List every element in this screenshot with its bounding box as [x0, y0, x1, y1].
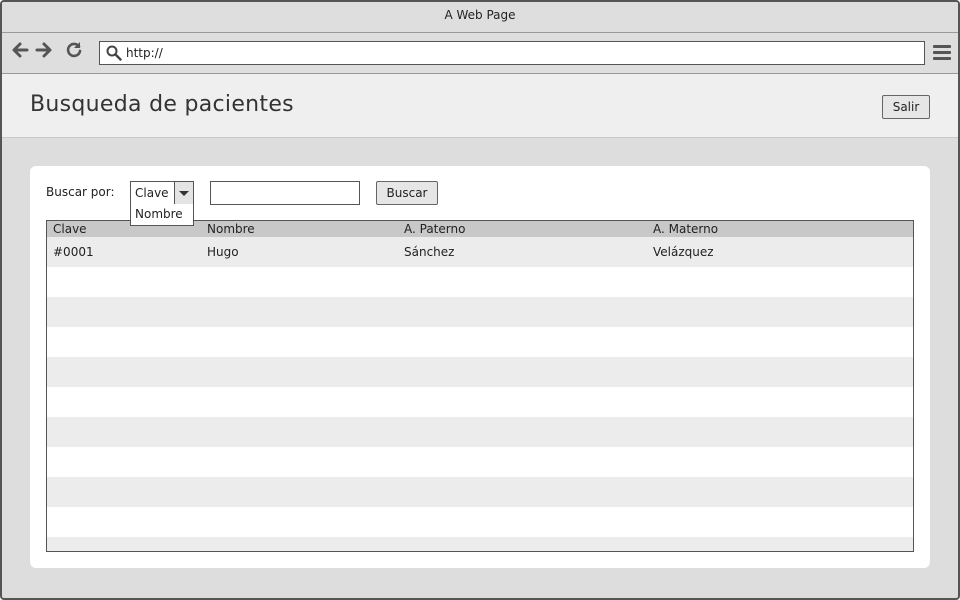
- table-body: #0001 Hugo Sánchez Velázquez: [47, 237, 913, 551]
- hamburger-menu-icon[interactable]: [933, 45, 951, 61]
- forward-button[interactable]: [34, 41, 54, 61]
- url-input[interactable]: [126, 42, 906, 64]
- select-value: Clave: [135, 186, 169, 200]
- cell-nombre: Hugo: [207, 245, 239, 259]
- table-row-empty: [47, 507, 913, 537]
- column-header-clave[interactable]: Clave: [53, 221, 87, 237]
- column-header-materno[interactable]: A. Materno: [653, 221, 718, 237]
- table-row-empty: [47, 447, 913, 477]
- table-row-empty: [47, 267, 913, 297]
- table-row-empty: [47, 327, 913, 357]
- search-button[interactable]: Buscar: [376, 181, 438, 205]
- arrow-right-icon: [35, 42, 52, 58]
- table-row[interactable]: #0001 Hugo Sánchez Velázquez: [47, 237, 913, 267]
- table-row-empty: [47, 477, 913, 507]
- table-row-empty: [47, 297, 913, 327]
- chevron-down-icon[interactable]: [174, 182, 193, 204]
- table-row-empty: [47, 537, 913, 551]
- arrow-left-icon: [12, 42, 29, 58]
- table-row-empty: [47, 417, 913, 447]
- cell-clave: #0001: [53, 245, 94, 259]
- search-icon: [106, 45, 122, 61]
- page-header: Busqueda de pacientes Salir: [2, 74, 958, 138]
- window-title: A Web Page: [2, 2, 958, 33]
- select-dropdown: Nombre: [130, 204, 194, 226]
- cell-paterno: Sánchez: [404, 245, 455, 259]
- logout-button[interactable]: Salir: [882, 95, 930, 119]
- cell-materno: Velázquez: [653, 245, 714, 259]
- browser-navbar: [2, 33, 958, 74]
- search-input[interactable]: [210, 181, 360, 205]
- dropdown-option-nombre[interactable]: Nombre: [135, 204, 183, 224]
- table-row-empty: [47, 387, 913, 417]
- search-panel: Buscar por: Clave Nombre Buscar Clave No…: [30, 166, 930, 568]
- page-title: Busqueda de pacientes: [30, 92, 294, 117]
- search-field-select[interactable]: Clave: [130, 181, 194, 205]
- column-header-nombre[interactable]: Nombre: [207, 221, 255, 237]
- browser-window: A Web Page http:// Busqueda de pacientes…: [0, 0, 960, 600]
- reload-button[interactable]: [64, 41, 84, 61]
- column-header-paterno[interactable]: A. Paterno: [404, 221, 465, 237]
- back-button[interactable]: [10, 41, 30, 61]
- patients-table: Clave Nombre A. Paterno A. Materno #0001…: [46, 220, 914, 552]
- table-row-empty: [47, 357, 913, 387]
- reload-icon: [66, 42, 82, 58]
- address-bar[interactable]: [99, 41, 925, 65]
- search-by-label: Buscar por:: [46, 185, 115, 199]
